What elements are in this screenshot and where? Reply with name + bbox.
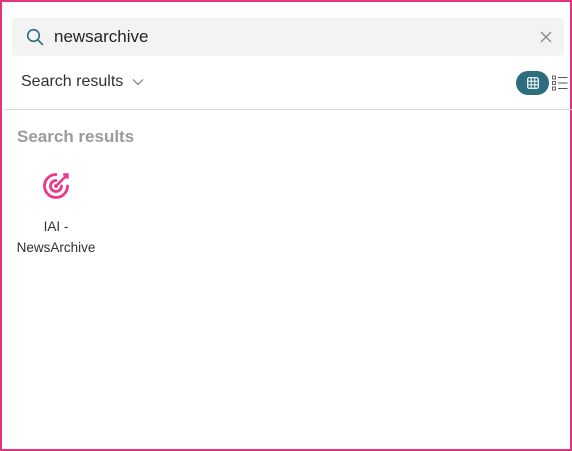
divider [4, 109, 572, 110]
list-view-icon[interactable] [552, 75, 568, 91]
result-label-line-1: IAI - [43, 219, 69, 234]
result-tile[interactable]: IAI - NewsArchive [10, 170, 102, 266]
search-box[interactable] [12, 18, 564, 56]
search-scope-label: Search results [21, 73, 124, 90]
close-icon[interactable] [539, 30, 553, 44]
search-scope-dropdown[interactable]: Search results [21, 70, 144, 94]
result-label-line-2: NewsArchive [16, 240, 96, 255]
app-frame: Search results Search results [0, 0, 572, 451]
grid-icon [526, 77, 539, 89]
chevron-down-icon [132, 79, 144, 86]
result-label: IAI - NewsArchive [10, 216, 102, 258]
search-input[interactable] [54, 24, 524, 50]
grid-view-button[interactable] [516, 71, 549, 95]
search-icon [26, 28, 44, 46]
section-title: Search results [17, 127, 135, 146]
target-icon [43, 173, 69, 199]
